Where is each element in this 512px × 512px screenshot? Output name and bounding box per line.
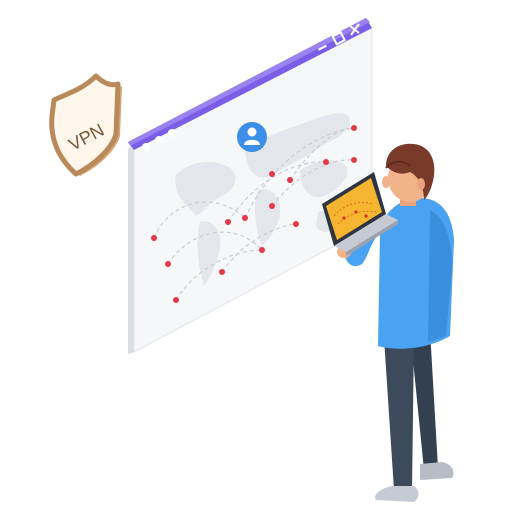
- location-pin[interactable]: [351, 157, 357, 163]
- location-pin[interactable]: [269, 171, 275, 177]
- location-pin[interactable]: [151, 235, 157, 241]
- user-icon[interactable]: [237, 122, 267, 152]
- shoe: [375, 486, 419, 502]
- browser-window: [128, 18, 373, 354]
- location-pin[interactable]: [173, 297, 179, 303]
- window-dot-icon[interactable]: [155, 136, 163, 144]
- location-pin[interactable]: [219, 269, 225, 275]
- window-dot-icon[interactable]: [168, 129, 176, 137]
- location-pin[interactable]: [242, 215, 248, 221]
- window-dot-icon[interactable]: [142, 143, 150, 151]
- person: [322, 143, 454, 502]
- location-pin[interactable]: [293, 221, 299, 227]
- vpn-shield-icon: VPN: [49, 73, 123, 177]
- location-pin[interactable]: [269, 203, 275, 209]
- vpn-illustration: VPN: [49, 18, 454, 502]
- location-pin[interactable]: [259, 247, 265, 253]
- location-pin[interactable]: [287, 177, 293, 183]
- location-pin[interactable]: [351, 125, 357, 131]
- location-pin[interactable]: [323, 159, 329, 165]
- location-pin[interactable]: [225, 219, 231, 225]
- location-pin[interactable]: [165, 261, 171, 267]
- shoe: [420, 462, 454, 480]
- window-body: [133, 27, 373, 353]
